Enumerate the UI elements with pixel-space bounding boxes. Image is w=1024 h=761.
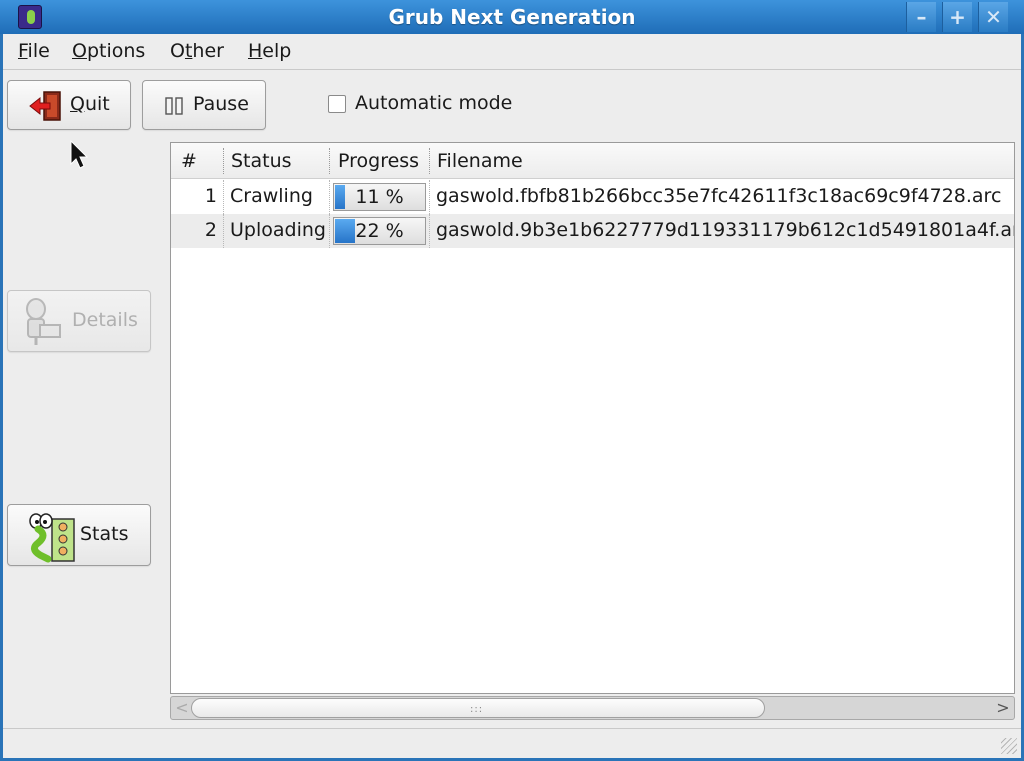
quit-button[interactable]: Quit xyxy=(7,80,131,130)
row-progress-bar: 22 % xyxy=(333,217,426,245)
column-number[interactable]: # xyxy=(181,150,197,172)
minimize-button[interactable]: – xyxy=(906,2,936,32)
stats-icon xyxy=(29,513,75,563)
table-row[interactable]: 2 Uploading 22 % gaswold.9b3e1b6227779d1… xyxy=(171,214,1014,248)
table-header: # Status Progress Filename xyxy=(171,143,1014,179)
pause-button[interactable]: Pause xyxy=(142,80,266,130)
menu-other[interactable]: Other xyxy=(170,40,224,62)
progress-text: 11 % xyxy=(355,186,404,208)
row-filename: gaswold.fbfb81b266bcc35e7fc42611f3c18ac6… xyxy=(436,185,1002,207)
menu-file[interactable]: File xyxy=(18,40,50,62)
row-progress-bar: 11 % xyxy=(333,183,426,211)
job-table[interactable]: # Status Progress Filename 1 Crawling 11… xyxy=(170,142,1015,694)
mouse-pointer-icon xyxy=(70,140,89,169)
quit-mnemonic: Q xyxy=(70,93,85,115)
column-status[interactable]: Status xyxy=(231,150,292,172)
window-title: Grub Next Generation xyxy=(388,5,636,29)
details-button[interactable]: Details xyxy=(7,290,151,352)
resize-grip-icon[interactable] xyxy=(1001,738,1017,754)
column-progress[interactable]: Progress xyxy=(338,150,419,172)
row-status: Uploading xyxy=(230,219,326,241)
row-filename: gaswold.9b3e1b6227779d119331179b612c1d54… xyxy=(436,219,1014,241)
details-icon xyxy=(26,298,61,345)
scrollbar-thumb[interactable]: ::: xyxy=(191,698,765,718)
automatic-mode-checkbox[interactable] xyxy=(328,95,346,113)
menu-bar: File Options Other Help xyxy=(3,34,1021,70)
progress-text: 22 % xyxy=(355,220,404,242)
scroll-right-arrow-icon[interactable]: > xyxy=(994,698,1012,718)
menu-help[interactable]: Help xyxy=(248,40,291,62)
stats-button[interactable]: Stats xyxy=(7,504,151,566)
row-status: Crawling xyxy=(230,185,313,207)
horizontal-scrollbar[interactable]: < ::: > xyxy=(170,696,1015,720)
pause-icon xyxy=(165,97,183,115)
table-row[interactable]: 1 Crawling 11 % gaswold.fbfb81b266bcc35e… xyxy=(171,180,1014,214)
quit-label: uit xyxy=(84,93,110,115)
maximize-button[interactable]: + xyxy=(942,2,972,32)
title-bar[interactable]: Grub Next Generation – + ✕ xyxy=(0,0,1024,34)
main-window: Grub Next Generation – + ✕ File Options … xyxy=(0,0,1024,761)
row-number: 1 xyxy=(204,185,217,207)
stats-label: Stats xyxy=(80,523,129,545)
menu-options[interactable]: Options xyxy=(72,40,145,62)
exit-door-icon xyxy=(29,91,61,121)
scroll-left-arrow-icon[interactable]: < xyxy=(173,698,191,718)
pause-label: Pause xyxy=(193,93,249,115)
scrollbar-grip-icon: ::: xyxy=(470,704,484,715)
column-filename[interactable]: Filename xyxy=(437,150,523,172)
automatic-mode-label[interactable]: Automatic mode xyxy=(355,92,512,114)
status-bar xyxy=(3,728,1021,758)
details-label: Details xyxy=(72,309,138,331)
close-button[interactable]: ✕ xyxy=(978,2,1008,32)
row-number: 2 xyxy=(204,219,217,241)
